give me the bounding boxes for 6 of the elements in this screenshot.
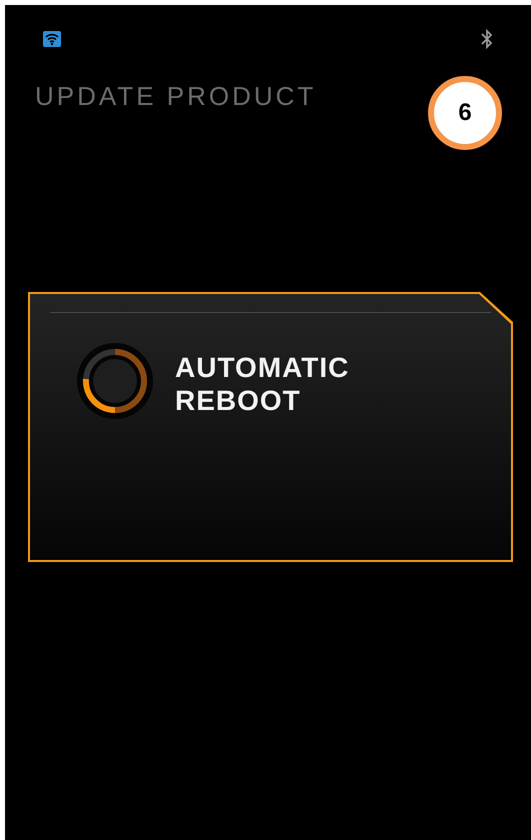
- step-badge: 6: [428, 76, 502, 150]
- dialog-message: AUTOMATIC REBOOT: [175, 351, 350, 417]
- spinner-icon: [75, 343, 155, 419]
- screen-title: UPDATE PRODUCT: [35, 81, 316, 113]
- wifi-icon: [43, 31, 61, 47]
- bluetooth-icon: [481, 29, 493, 49]
